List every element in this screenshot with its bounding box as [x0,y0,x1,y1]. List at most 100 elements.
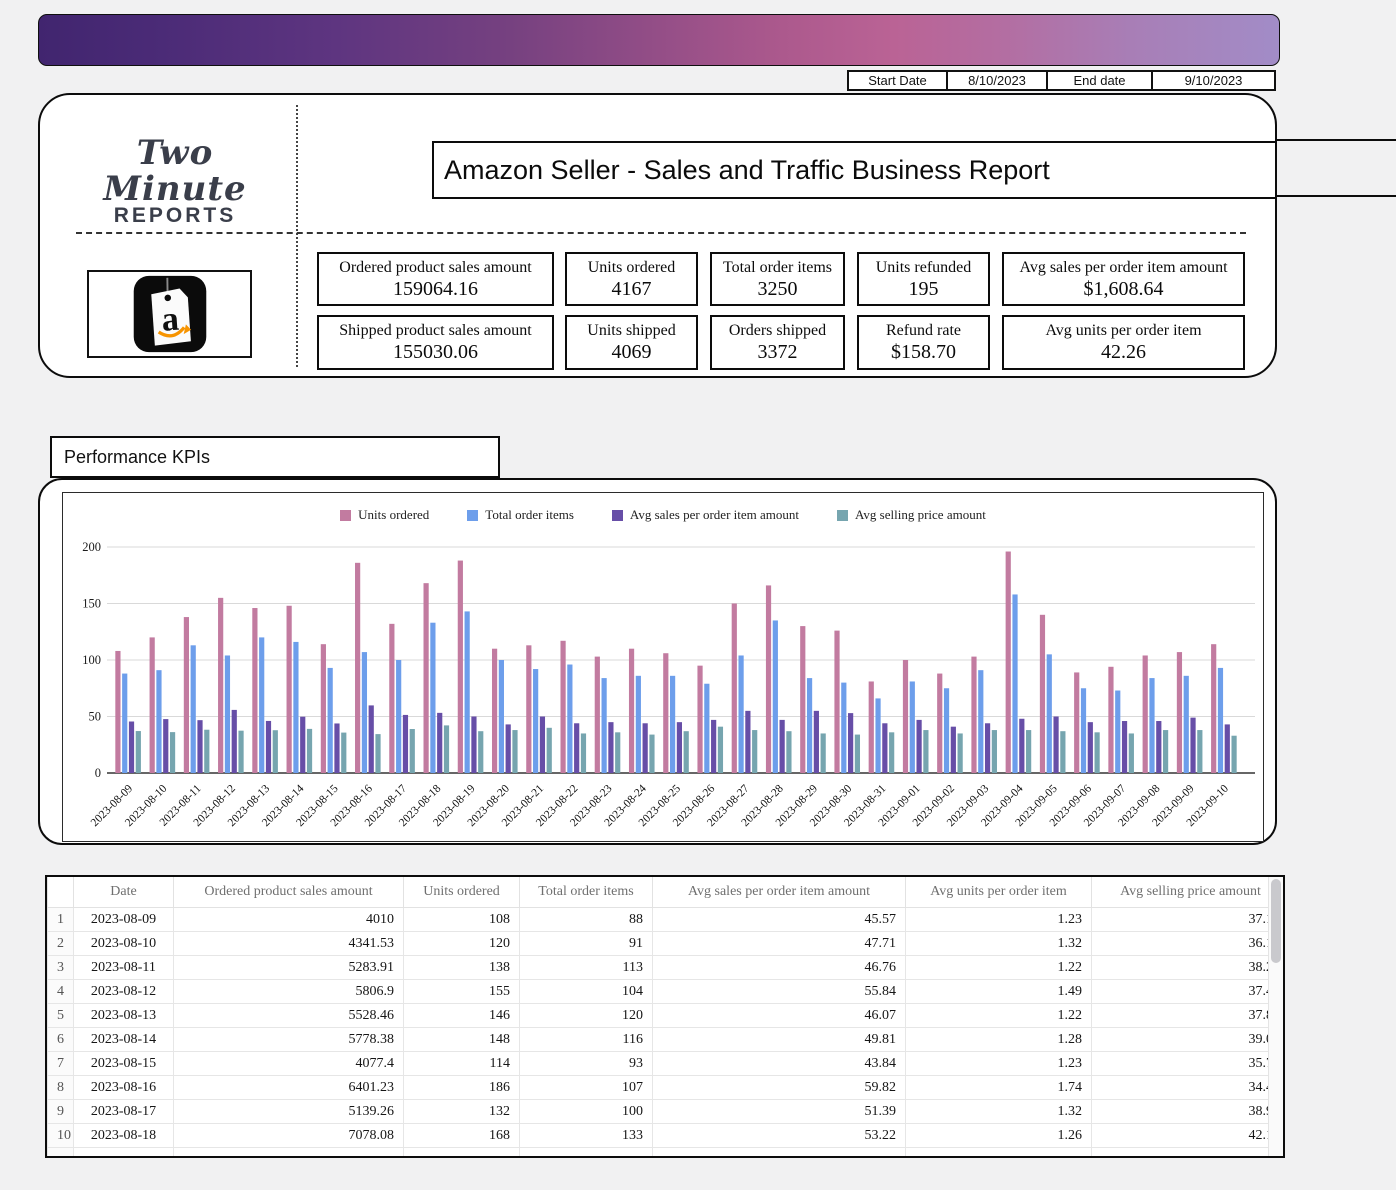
kpi-value: 159064.16 [319,277,552,301]
table-cell [520,1148,653,1159]
kpi-value: 155030.06 [319,340,552,364]
table-cell: 104 [520,980,653,1004]
legend-item: Units ordered [340,507,429,523]
table-row: 52023-08-135528.4614612046.071.2237.87 [48,1004,1286,1028]
kpi-label: Refund rate [859,321,988,340]
row-number: 5 [48,1004,74,1028]
kpi-label: Ordered product sales amount [319,258,552,277]
table-cell: 1.74 [906,1076,1092,1100]
table-cell: 5528.46 [174,1004,404,1028]
kpi-card: Avg sales per order item amount$1,608.64 [1002,252,1245,306]
table-row: 102023-08-187078.0816813353.221.2642.13 [48,1124,1286,1148]
table-cell: 138 [404,956,520,980]
table-cell: 5778.38 [174,1028,404,1052]
table-column-header: Ordered product sales amount [174,877,404,908]
table-cell: 2023-08-15 [74,1052,174,1076]
table-cell: 49.81 [653,1028,906,1052]
table-cell: 1.23 [906,908,1092,932]
kpi-value: $158.70 [859,340,988,364]
kpi-label: Shipped product sales amount [319,321,552,340]
table-cell: 46.07 [653,1004,906,1028]
table-row-partial [48,1148,1286,1159]
title-extension-line-top [1276,139,1396,141]
table-header-row: DateOrdered product sales amountUnits or… [48,877,1286,908]
table-cell: 100 [520,1100,653,1124]
svg-text:150: 150 [82,597,101,611]
table-cell: 1.22 [906,956,1092,980]
table-body[interactable]: 12023-08-0940101088845.571.2337.1322023-… [48,908,1286,1159]
kpi-value: $1,608.64 [1004,277,1243,301]
table-cell: 4077.4 [174,1052,404,1076]
bar-chart-canvas: 0501001502002023-08-092023-08-102023-08-… [63,493,1263,839]
table-row: 72023-08-154077.41149343.841.2335.77 [48,1052,1286,1076]
legend-label: Units ordered [358,507,429,523]
table-cell: 133 [520,1124,653,1148]
table-scrollbar-thumb[interactable] [1271,879,1281,963]
table-column-header: Avg selling price amount [1092,877,1286,908]
chart-legend: Units orderedTotal order itemsAvg sales … [63,507,1263,523]
kpi-label: Avg sales per order item amount [1004,258,1243,277]
logo-caps-text: REPORTS [70,205,280,227]
start-date-input[interactable]: 8/10/2023 [946,70,1048,91]
table-row: 92023-08-175139.2613210051.391.3238.93 [48,1100,1286,1124]
report-title: Amazon Seller - Sales and Traffic Busine… [432,141,1277,199]
report-header-card: Two Minute REPORTS a Amazon Seller - Sal… [38,93,1277,378]
svg-text:200: 200 [82,540,101,554]
table-cell: 38.29 [1092,956,1286,980]
table-cell: 5806.9 [174,980,404,1004]
table-cell: 2023-08-09 [74,908,174,932]
table-column-header: Units ordered [404,877,520,908]
end-date-label: End date [1046,70,1153,91]
table-cell: 37.46 [1092,980,1286,1004]
performance-chart-card: 0501001502002023-08-092023-08-102023-08-… [38,478,1277,845]
legend-label: Avg selling price amount [855,507,986,523]
table-cell [404,1148,520,1159]
amazon-seller-logo-frame: a [87,270,252,358]
table-cell: 1.32 [906,1100,1092,1124]
table-cell: 45.57 [653,908,906,932]
table-cell: 1.26 [906,1124,1092,1148]
table-cell: 34.42 [1092,1076,1286,1100]
table-cell: 7078.08 [174,1124,404,1148]
table-cell: 53.22 [653,1124,906,1148]
daily-metrics-table-card: DateOrdered product sales amountUnits or… [45,875,1285,1158]
title-extension-line-bottom [1276,195,1396,197]
table-cell: 51.39 [653,1100,906,1124]
table-cell: 186 [404,1076,520,1100]
legend-swatch-icon [612,510,623,521]
table-cell: 168 [404,1124,520,1148]
performance-chart: 0501001502002023-08-092023-08-102023-08-… [62,492,1264,842]
table-cell: 4010 [174,908,404,932]
vertical-dotted-divider [296,105,298,367]
kpi-value: 4167 [567,277,696,301]
table-cell: 55.84 [653,980,906,1004]
legend-swatch-icon [837,510,848,521]
table-cell: 1.32 [906,932,1092,956]
performance-kpis-section-label: Performance KPIs [50,436,500,478]
end-date-input[interactable]: 9/10/2023 [1151,70,1276,91]
table-cell: 59.82 [653,1076,906,1100]
table-cell: 1.22 [906,1004,1092,1028]
header-gradient-banner [38,14,1280,66]
table-column-header: Total order items [520,877,653,908]
table-cell: 155 [404,980,520,1004]
amazon-seller-logo-icon: a [129,272,211,356]
svg-text:100: 100 [82,653,101,667]
legend-item: Avg selling price amount [837,507,986,523]
table-cell: 43.84 [653,1052,906,1076]
table-cell: 132 [404,1100,520,1124]
horizontal-dashed-divider [76,232,1246,234]
row-number: 9 [48,1100,74,1124]
table-cell: 2023-08-10 [74,932,174,956]
table-scrollbar-track[interactable] [1268,877,1283,1156]
table-cell: 93 [520,1052,653,1076]
table-column-header: Date [74,877,174,908]
table-cell: 46.76 [653,956,906,980]
legend-label: Avg sales per order item amount [630,507,799,523]
row-number: 10 [48,1124,74,1148]
table-cell: 108 [404,908,520,932]
table-cell: 120 [404,932,520,956]
legend-swatch-icon [340,510,351,521]
table-cell: 2023-08-18 [74,1124,174,1148]
row-number: 3 [48,956,74,980]
